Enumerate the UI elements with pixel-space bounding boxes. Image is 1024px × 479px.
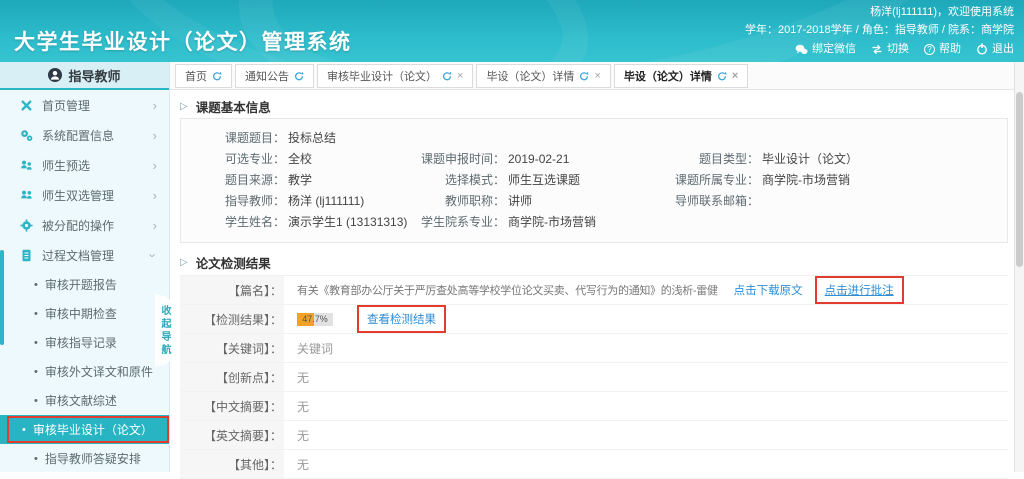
tab-thesis-detail-2[interactable]: 毕设（论文）详情 × xyxy=(614,64,748,88)
role-title: 指导教师 xyxy=(68,66,120,85)
session-meta: 学年：2017-2018学年 / 角色：指导教师 / 院系：商学院 xyxy=(745,21,1014,39)
annotation-box-annotate-link: 点击进行批注 xyxy=(815,276,904,304)
tab-thesis-detail-1[interactable]: 毕设（论文）详情 × xyxy=(476,64,610,88)
chevron-right-icon: › xyxy=(153,129,157,142)
detection-row-result: 【检测结果】： 47.7% 查看检测结果 xyxy=(180,305,1008,334)
paper-title-value: 有关《教育部办公厅关于严厉查处高等学校学位论文买卖、代写行为的通知》的浅析-雷健 xyxy=(297,282,718,298)
info-row: 指导教师：杨洋 (lj111111) 教师职称：讲师 导师联系邮箱： xyxy=(181,191,1007,212)
detection-row-cn-abstract: 【中文摘要】： 无 xyxy=(180,392,1008,421)
sidebar-subitem-review-guidance[interactable]: • 审核指导记录 xyxy=(0,328,169,357)
cog-icon xyxy=(20,219,33,232)
info-row: 课题题目：投标总结 xyxy=(181,128,1007,149)
chevron-right-icon: › xyxy=(153,99,157,112)
bullet-icon: • xyxy=(22,424,26,436)
main-area: 首页 通知公告 审核毕业设计（论文） × 毕设（论文）详情 × 毕设（论文）详情… xyxy=(170,62,1024,472)
sidebar-subitem-review-proposal[interactable]: • 审核开题报告 xyxy=(0,270,169,299)
bullet-icon: • xyxy=(34,395,38,407)
sidebar-item-home-management[interactable]: 首页管理 › xyxy=(0,90,169,120)
tab-review-thesis[interactable]: 审核毕业设计（论文） × xyxy=(317,64,473,88)
collapse-nav-tab[interactable]: 收起导航 xyxy=(155,294,174,367)
chevron-right-icon: › xyxy=(153,219,157,232)
annotation-box-view-result: 查看检测结果 xyxy=(357,305,446,333)
section-detection-header: ▷ 论文检测结果 xyxy=(180,253,1024,271)
sidebar-item-assigned-ops[interactable]: 被分配的操作 › xyxy=(0,210,169,240)
refresh-icon[interactable] xyxy=(717,71,727,81)
detection-row-keywords: 【关键词】： 关键词 xyxy=(180,334,1008,363)
bind-wechat-button[interactable]: 绑定微信 xyxy=(795,40,856,58)
annotation-box-sidebar: • 审核毕业设计（论文） xyxy=(7,416,169,443)
sidebar-subitem-review-thesis[interactable]: • 审核毕业设计（论文） xyxy=(0,415,169,444)
section-title: 课题基本信息 xyxy=(196,97,271,116)
users-icon xyxy=(20,159,33,172)
detection-table: 【篇名】： 有关《教育部办公厅关于严厉查处高等学校学位论文买卖、代写行为的通知》… xyxy=(180,275,1008,479)
section-marker-icon: ▷ xyxy=(180,101,188,112)
wechat-icon xyxy=(795,44,808,55)
refresh-icon[interactable] xyxy=(294,71,304,81)
vertical-scrollbar[interactable] xyxy=(1014,62,1024,472)
bullet-icon: • xyxy=(34,366,38,378)
detection-row-en-abstract: 【英文摘要】： 无 xyxy=(180,421,1008,450)
tab-home[interactable]: 首页 xyxy=(175,64,232,88)
download-original-link[interactable]: 点击下载原文 xyxy=(734,282,803,298)
vertical-scrollbar-thumb[interactable] xyxy=(1016,92,1023,267)
close-icon[interactable]: × xyxy=(594,70,600,82)
users-group-icon xyxy=(20,189,33,202)
sidebar-subitem-review-literature[interactable]: • 审核文献综述 xyxy=(0,386,169,415)
info-row: 学生姓名：演示学生1 (13131313) 学生院系专业：商学院-市场营销 xyxy=(181,212,1007,233)
sidebar-subitem-qa-schedule[interactable]: • 指导教师答疑安排 xyxy=(0,444,169,473)
view-detection-result-link[interactable]: 查看检测结果 xyxy=(367,311,436,327)
sidebar-subitem-review-midterm[interactable]: • 审核中期检查 xyxy=(0,299,169,328)
help-icon: ? xyxy=(924,44,935,55)
app-header: 大学生毕业设计（论文）管理系统 杨洋(lj111111)，欢迎使用系统 学年：2… xyxy=(0,0,1024,62)
sidebar: 指导教师 首页管理 › 系统配置信息 › 师生预选 › 师生双选管理 › 被分配… xyxy=(0,62,170,472)
info-row: 可选专业：全校 课题申报时间：2019-02-21 题目类型：毕业设计（论文） xyxy=(181,149,1007,170)
bullet-icon: • xyxy=(34,337,38,349)
detection-row-innovation: 【创新点】： 无 xyxy=(180,363,1008,392)
detection-row-other: 【其他】： 无 xyxy=(180,450,1008,479)
help-button[interactable]: ? 帮助 xyxy=(924,40,961,58)
sidebar-item-system-config[interactable]: 系统配置信息 › xyxy=(0,120,169,150)
power-icon xyxy=(976,43,988,55)
refresh-icon[interactable] xyxy=(579,71,589,81)
app-title: 大学生毕业设计（论文）管理系统 xyxy=(14,26,352,56)
section-basic-info-header: ▷ 课题基本信息 xyxy=(180,97,1024,115)
logout-button[interactable]: 退出 xyxy=(976,40,1014,58)
detection-percent: 47.7% xyxy=(297,313,333,326)
detection-row-title: 【篇名】： 有关《教育部办公厅关于严厉查处高等学校学位论文买卖、代写行为的通知》… xyxy=(180,276,1008,305)
chevron-right-icon: › xyxy=(153,159,157,172)
sidebar-item-process-docs[interactable]: 过程文档管理 › xyxy=(0,240,169,270)
tools-icon xyxy=(20,99,33,112)
topic-title-value: 投标总结 xyxy=(285,128,336,149)
sidebar-role-header: 指导教师 xyxy=(0,62,169,90)
bullet-icon: • xyxy=(34,308,38,320)
annotate-link[interactable]: 点击进行批注 xyxy=(825,282,894,298)
detection-progress-bar: 47.7% xyxy=(297,313,333,326)
welcome-text: 杨洋(lj111111)，欢迎使用系统 xyxy=(745,3,1014,21)
close-icon[interactable]: × xyxy=(457,70,463,82)
page-content: ▷ 课题基本信息 课题题目：投标总结 可选专业：全校 课题申报时间：2019-0… xyxy=(170,97,1024,479)
tab-bar: 首页 通知公告 审核毕业设计（论文） × 毕设（论文）详情 × 毕设（论文）详情… xyxy=(170,62,1024,90)
gears-icon xyxy=(20,129,33,142)
tab-announcements[interactable]: 通知公告 xyxy=(235,64,314,88)
sidebar-scrollbar-thumb[interactable] xyxy=(0,250,4,345)
document-icon xyxy=(20,249,33,262)
basic-info-panel: 课题题目：投标总结 可选专业：全校 课题申报时间：2019-02-21 题目类型… xyxy=(180,118,1008,243)
user-icon xyxy=(48,68,62,82)
close-icon[interactable]: × xyxy=(732,70,738,82)
refresh-icon[interactable] xyxy=(442,71,452,81)
info-row: 题目来源：教学 选择模式：师生互选课题 课题所属专业：商学院-市场营销 xyxy=(181,170,1007,191)
bullet-icon: • xyxy=(34,453,38,465)
switch-icon xyxy=(871,44,883,55)
section-title: 论文检测结果 xyxy=(196,253,271,272)
sidebar-item-preselect[interactable]: 师生预选 › xyxy=(0,150,169,180)
section-marker-icon: ▷ xyxy=(180,257,188,268)
bullet-icon: • xyxy=(34,279,38,291)
sidebar-item-mutual-select[interactable]: 师生双选管理 › xyxy=(0,180,169,210)
sidebar-subitem-review-translation[interactable]: • 审核外文译文和原件 xyxy=(0,357,169,386)
refresh-icon[interactable] xyxy=(212,71,222,81)
chevron-right-icon: › xyxy=(153,189,157,202)
switch-role-button[interactable]: 切换 xyxy=(871,40,909,58)
chevron-down-icon: › xyxy=(146,253,159,257)
